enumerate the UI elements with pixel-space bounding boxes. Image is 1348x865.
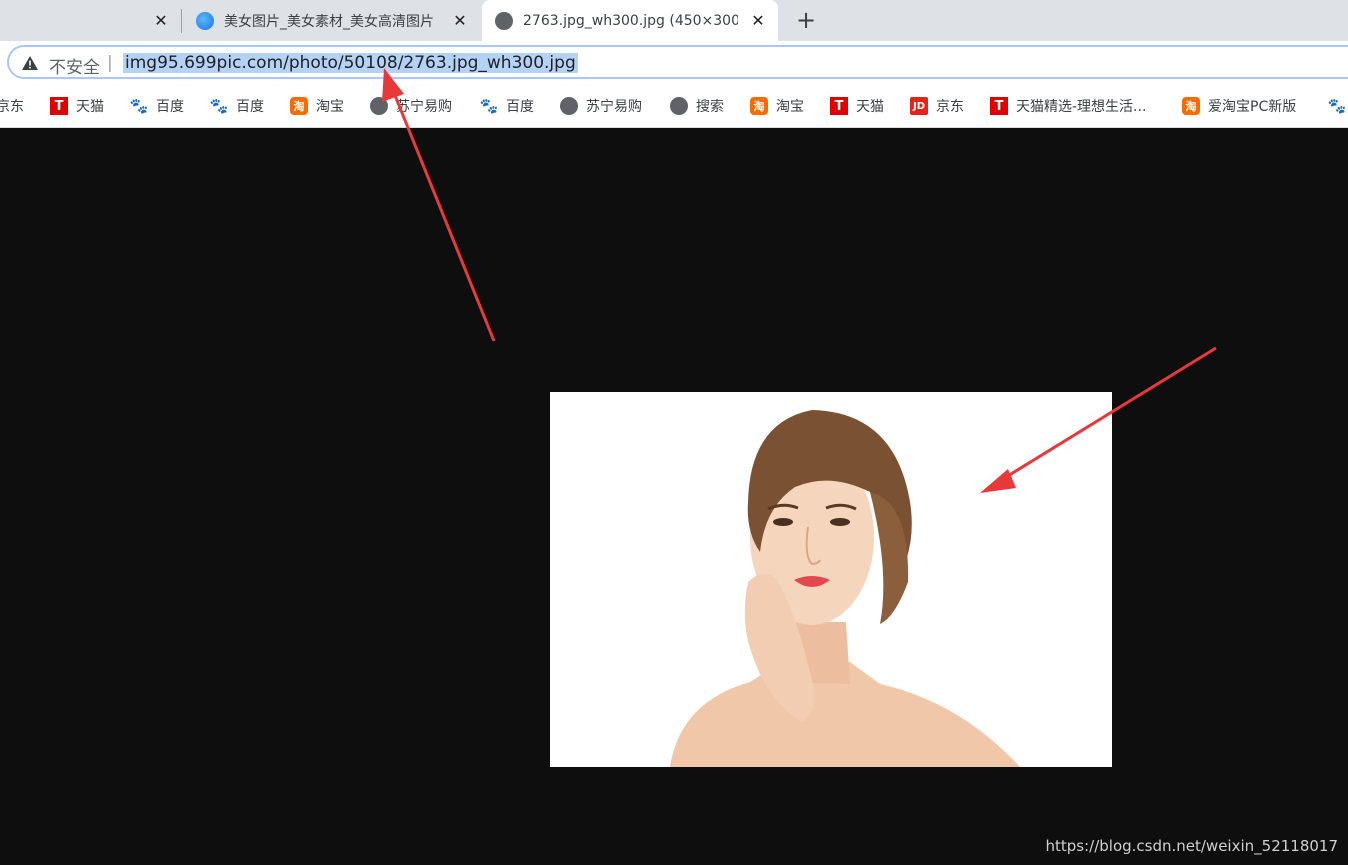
watermark-text: https://blog.csdn.net/weixin_52118017 xyxy=(1045,837,1338,855)
annotation-arrow-to-url xyxy=(382,68,496,342)
annotation-arrow-to-image xyxy=(980,346,1217,493)
annotation-overlay xyxy=(382,68,1217,493)
